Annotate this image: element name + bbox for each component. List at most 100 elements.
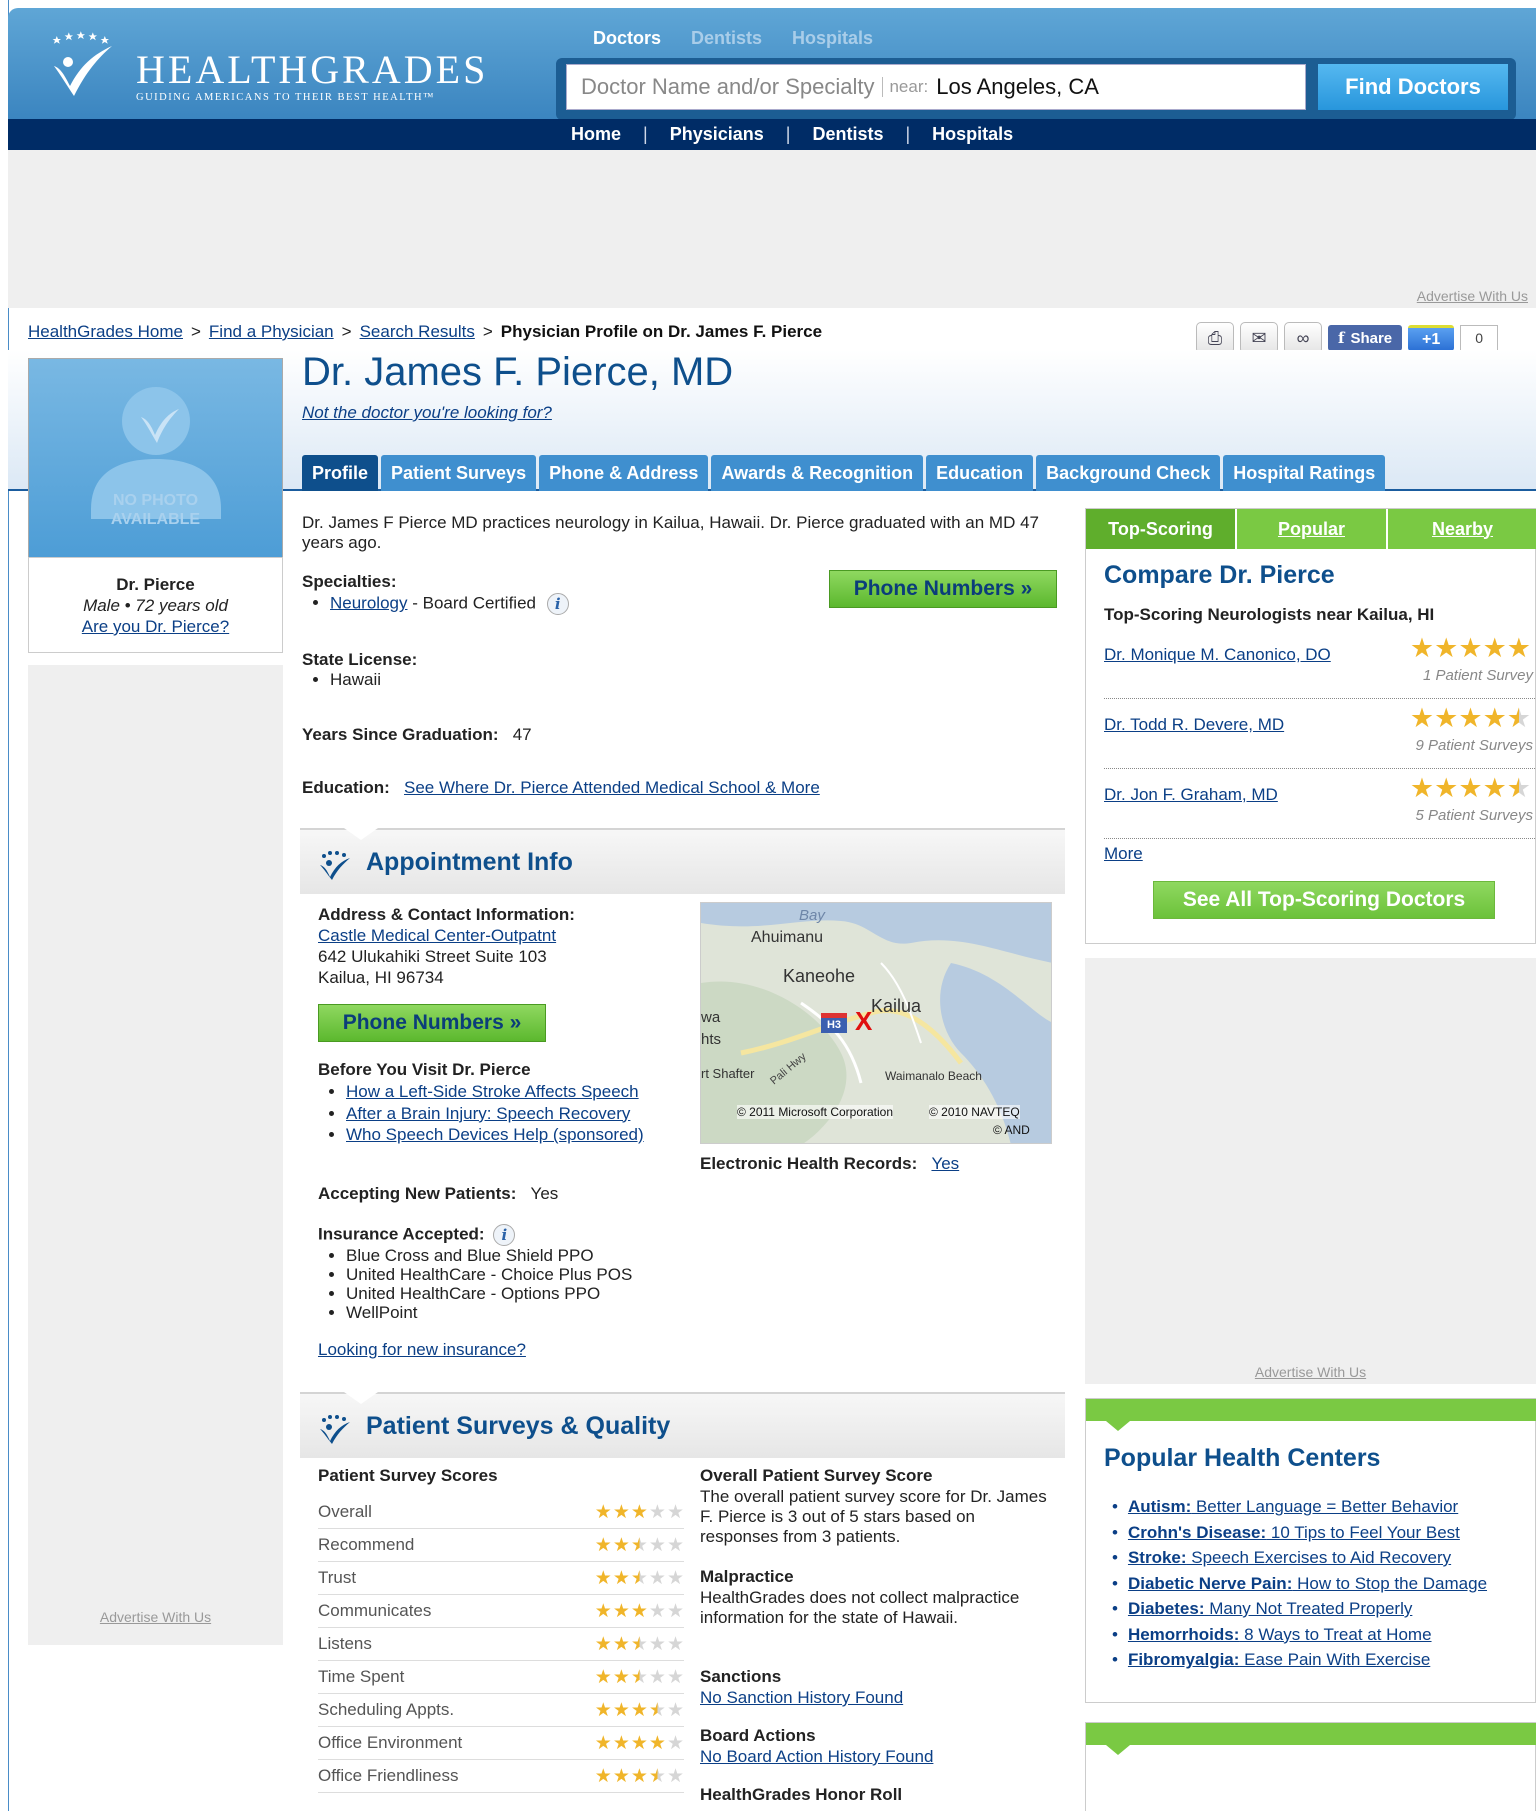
health-topic[interactable]: Hemorrhoids:	[1128, 1625, 1239, 1644]
not-the-doctor-link[interactable]: Not the doctor you're looking for?	[302, 403, 552, 423]
compare-more-link[interactable]: More	[1104, 844, 1143, 864]
compare-doctor-link[interactable]: Dr. Jon F. Graham, MD	[1104, 785, 1278, 805]
specialties-list: Neurology - Board Certified i	[302, 593, 569, 615]
tab-profile[interactable]: Profile	[302, 455, 379, 491]
map-marker-icon[interactable]: X	[855, 1006, 872, 1037]
compare-doctor-row: Dr. Jon F. Graham, MD ★ ★ ★ ★ ★ 5 Patient Surv…	[1104, 769, 1536, 839]
search-tab-dentists[interactable]: Dentists	[691, 28, 762, 49]
breadcrumb-home[interactable]: HealthGrades Home	[28, 322, 183, 341]
nav-hospitals[interactable]: Hospitals	[932, 124, 1013, 145]
health-topic[interactable]: Diabetic Nerve Pain:	[1128, 1574, 1292, 1593]
tab-popular[interactable]: Popular	[1237, 509, 1388, 549]
search-tab-hospitals[interactable]: Hospitals	[792, 28, 873, 49]
health-center-item[interactable]: • Fibromyalgia: Ease Pain With Exercise	[1112, 1647, 1487, 1673]
star-icon: ★	[666, 1633, 684, 1655]
new-insurance-link[interactable]: Looking for new insurance?	[318, 1340, 526, 1360]
star-icon: ★	[666, 1567, 684, 1589]
compare-doctor-link[interactable]: Dr. Todd R. Devere, MD	[1104, 715, 1284, 735]
google-plus-button[interactable]: +1	[1408, 325, 1455, 351]
health-center-item[interactable]: • Diabetes: Many Not Treated Properly	[1112, 1596, 1487, 1622]
star-icon: ★	[1409, 633, 1435, 663]
info-icon[interactable]: i	[546, 593, 569, 615]
search-tab-doctors[interactable]: Doctors	[593, 28, 661, 49]
bullet: •	[1112, 1624, 1118, 1644]
health-center-item[interactable]: • Crohn's Disease: 10 Tips to Feel Your B…	[1112, 1520, 1487, 1546]
article-link[interactable]: How a Left-Side Stroke Affects Speech	[346, 1082, 639, 1101]
health-center-item[interactable]: • Hemorrhoids: 8 Ways to Treat at Home	[1112, 1622, 1487, 1648]
facebook-share-button[interactable]: f Share	[1328, 325, 1403, 351]
tab-patient-surveys[interactable]: Patient Surveys	[381, 455, 537, 491]
health-topic-link[interactable]: Ease Pain With Exercise	[1239, 1650, 1430, 1669]
compare-doctor-link[interactable]: Dr. Monique M. Canonico, DO	[1104, 645, 1331, 665]
claim-profile-link[interactable]: Are you Dr. Pierce?	[29, 616, 282, 637]
health-topic-link[interactable]: Many Not Treated Properly	[1204, 1599, 1412, 1618]
health-topic[interactable]: Autism:	[1128, 1497, 1191, 1516]
education-label: Education:	[302, 778, 390, 797]
location-input[interactable]: Los Angeles, CA	[936, 74, 1099, 100]
survey-score-row: Scheduling Appts. ★ ★ ★ ★ ★	[318, 1694, 684, 1727]
nav-physicians[interactable]: Physicians	[670, 124, 764, 145]
advertise-link[interactable]: Advertise With Us	[1085, 1364, 1536, 1380]
insurance-list: Blue Cross and Blue Shield PPO United He…	[318, 1246, 632, 1322]
health-center-item[interactable]: • Stroke: Speech Exercises to Aid Recover…	[1112, 1545, 1487, 1571]
tab-background-check[interactable]: Background Check	[1036, 455, 1221, 491]
facility-link[interactable]: Castle Medical Center-Outpatnt	[318, 926, 556, 946]
tab-top-scoring[interactable]: Top-Scoring	[1086, 509, 1237, 549]
nav-separator: |	[643, 124, 648, 144]
ehr-value-link[interactable]: Yes	[931, 1154, 959, 1173]
star-icon: ★	[630, 1699, 648, 1721]
tab-education[interactable]: Education	[926, 455, 1034, 491]
phone-numbers-button[interactable]: Phone Numbers »	[829, 570, 1057, 608]
advertise-link[interactable]: Advertise With Us	[1417, 288, 1528, 304]
health-topic-link[interactable]: Speech Exercises to Aid Recovery	[1187, 1548, 1451, 1567]
advertise-link[interactable]: Advertise With Us	[28, 1609, 283, 1625]
see-all-doctors-button[interactable]: See All Top-Scoring Doctors	[1153, 881, 1495, 919]
breadcrumb-search-results[interactable]: Search Results	[360, 322, 475, 341]
star-icon: ★	[594, 1534, 612, 1556]
find-doctors-button[interactable]: Find Doctors	[1318, 64, 1508, 110]
healthgrades-logo-icon[interactable]	[46, 30, 118, 102]
appointment-phone-button[interactable]: Phone Numbers »	[318, 1004, 546, 1042]
malpractice-label: Malpractice	[700, 1567, 794, 1586]
health-topic[interactable]: Diabetes:	[1128, 1599, 1205, 1618]
nav-separator: |	[905, 124, 911, 144]
search-input[interactable]: Doctor Name and/or Specialty near: Los A…	[566, 64, 1306, 110]
nav-dentists[interactable]: Dentists	[812, 124, 883, 145]
specialty-link[interactable]: Neurology	[330, 593, 408, 612]
star-icon: ★	[648, 1600, 666, 1622]
survey-score-row: Recommend ★ ★ ★ ★ ★	[318, 1529, 684, 1562]
tab-hospital-ratings[interactable]: Hospital Ratings	[1223, 455, 1386, 491]
health-topic-link[interactable]: 10 Tips to Feel Your Best	[1266, 1523, 1460, 1542]
board-actions-link[interactable]: No Board Action History Found	[700, 1747, 933, 1767]
star-icon: ★	[594, 1699, 612, 1721]
health-topic[interactable]: Stroke:	[1128, 1548, 1187, 1567]
health-topic[interactable]: Fibromyalgia:	[1128, 1650, 1239, 1669]
health-center-item[interactable]: • Diabetic Nerve Pain: How to Stop the Da…	[1112, 1571, 1487, 1597]
article-link[interactable]: Who Speech Devices Help (sponsored)	[346, 1125, 644, 1144]
logo-wordmark[interactable]: HEALTHGRADES	[136, 46, 488, 93]
info-icon[interactable]: i	[493, 1224, 516, 1246]
breadcrumb-find-physician[interactable]: Find a Physician	[209, 322, 334, 341]
tab-phone-address[interactable]: Phone & Address	[539, 455, 709, 491]
star-icon: ★	[612, 1633, 630, 1655]
tab-nearby[interactable]: Nearby	[1388, 509, 1536, 549]
article-link[interactable]: After a Brain Injury: Speech Recovery	[346, 1104, 630, 1123]
star-icon: ★	[630, 1501, 648, 1523]
health-topic-link[interactable]: Better Language = Better Behavior	[1191, 1497, 1458, 1516]
nav-home[interactable]: Home	[571, 124, 621, 145]
map-label: Waimanalo Beach	[885, 1069, 982, 1083]
education-link[interactable]: See Where Dr. Pierce Attended Medical Sc…	[404, 778, 820, 797]
star-icon: ★	[648, 1567, 666, 1589]
star-icon: ★	[630, 1633, 648, 1655]
doctor-summary-card: Dr. Pierce Male • 72 years old Are you D…	[28, 557, 283, 653]
survey-score-row: Time Spent ★ ★ ★ ★ ★	[318, 1661, 684, 1694]
health-center-item[interactable]: • Autism: Better Language = Better Behavi…	[1112, 1494, 1487, 1520]
tab-awards[interactable]: Awards & Recognition	[711, 455, 924, 491]
location-map[interactable]: Bay Ahuimanu Kaneohe Kailua wa hts rt Sh…	[700, 902, 1052, 1144]
health-topic[interactable]: Crohn's Disease:	[1128, 1523, 1266, 1542]
sanctions-link[interactable]: No Sanction History Found	[700, 1688, 903, 1708]
health-topic-link[interactable]: 8 Ways to Treat at Home	[1239, 1625, 1431, 1644]
accepting-value: Yes	[530, 1184, 559, 1203]
health-topic-link[interactable]: How to Stop the Damage	[1292, 1574, 1487, 1593]
star-icon: ★	[630, 1732, 648, 1754]
